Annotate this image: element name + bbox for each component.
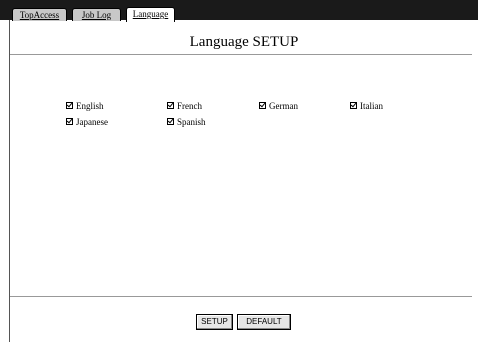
language-label: French [177,101,202,111]
tab-bar: TopAccess Job Log Language [0,0,478,22]
tab-job-log[interactable]: Job Log [72,8,121,21]
language-label: German [269,101,298,111]
language-option-french[interactable]: French [167,100,202,112]
spanish-checkbox[interactable] [167,118,174,126]
french-checkbox[interactable] [167,102,174,110]
language-option-spanish[interactable]: Spanish [167,116,206,128]
german-checkbox[interactable] [259,102,266,110]
language-label: Spanish [177,117,206,127]
language-label: Japanese [76,117,108,127]
english-checkbox[interactable] [66,102,73,110]
footer-divider [10,296,472,297]
frame-border [9,20,10,342]
language-label: Italian [360,101,383,111]
japanese-checkbox[interactable] [66,118,73,126]
language-option-english[interactable]: English [66,100,104,112]
language-option-italian[interactable]: Italian [350,100,383,112]
language-option-german[interactable]: German [259,100,298,112]
language-label: English [76,101,104,111]
tab-topaccess[interactable]: TopAccess [12,8,67,21]
tab-language[interactable]: Language [126,7,175,22]
default-button[interactable]: DEFAULT [237,314,291,330]
setup-button[interactable]: SETUP [196,314,233,330]
language-option-japanese[interactable]: Japanese [66,116,108,128]
italian-checkbox[interactable] [350,102,357,110]
page-title: Language SETUP [189,34,299,50]
title-divider [10,54,472,55]
